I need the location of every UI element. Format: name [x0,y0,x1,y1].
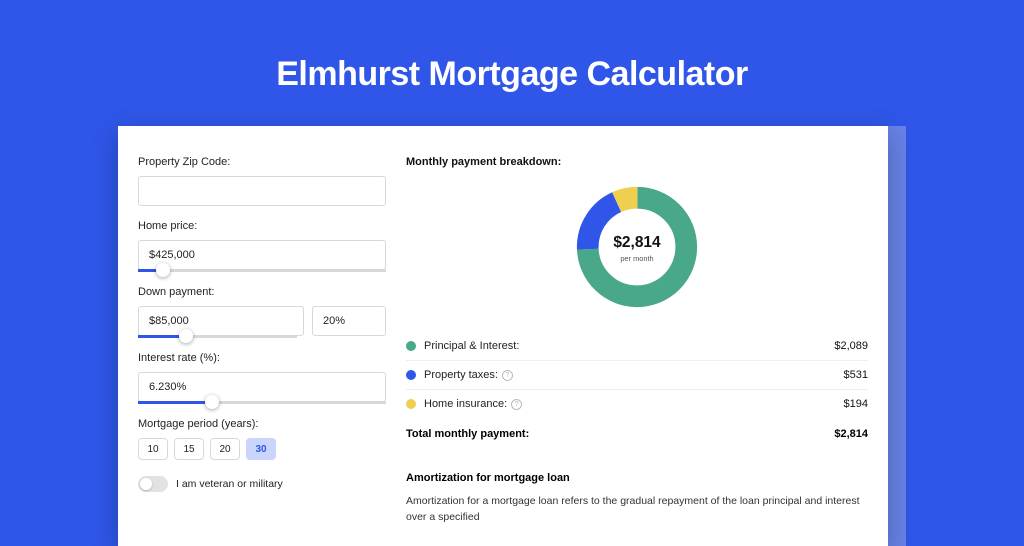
down-payment-pct-input[interactable] [312,306,386,336]
slider-thumb[interactable] [205,395,219,409]
veteran-label: I am veteran or military [176,478,283,490]
interest-rate-input[interactable] [138,372,386,402]
interest-rate-label: Interest rate (%): [138,352,386,364]
slider-thumb[interactable] [156,263,170,277]
legend-dot [406,399,416,409]
donut-chart: $2,814 per month [406,182,868,312]
breakdown-line-item: Home insurance:?$194 [406,390,868,418]
period-button-10[interactable]: 10 [138,438,168,460]
toggle-knob [140,478,152,490]
zip-label: Property Zip Code: [138,156,386,168]
period-button-20[interactable]: 20 [210,438,240,460]
slider-thumb[interactable] [179,329,193,343]
donut-sub: per month [620,254,653,263]
breakdown-title: Monthly payment breakdown: [406,156,868,168]
home-price-label: Home price: [138,220,386,232]
breakdown-line-item: Principal & Interest:$2,089 [406,332,868,361]
period-button-30[interactable]: 30 [246,438,276,460]
down-payment-input[interactable] [138,306,304,336]
calculator-card: Property Zip Code: Home price: Down paym… [118,126,888,546]
line-item-value: $194 [844,398,868,410]
total-row: Total monthly payment: $2,814 [406,418,868,454]
line-item-value: $531 [844,369,868,381]
mortgage-period-group: 10 15 20 30 [138,438,386,460]
form-panel: Property Zip Code: Home price: Down paym… [138,156,386,526]
breakdown-line-item: Property taxes:?$531 [406,361,868,390]
mortgage-period-label: Mortgage period (years): [138,418,386,430]
amortization-title: Amortization for mortgage loan [406,472,868,484]
veteran-toggle[interactable] [138,476,168,492]
breakdown-panel: Monthly payment breakdown: $2,814 per mo… [406,156,868,526]
line-item-label: Principal & Interest: [424,340,834,352]
total-value: $2,814 [834,428,868,440]
period-button-15[interactable]: 15 [174,438,204,460]
info-icon[interactable]: ? [511,399,522,410]
home-price-input[interactable] [138,240,386,270]
interest-rate-slider[interactable] [138,401,386,404]
donut-value: $2,814 [613,234,661,251]
down-payment-slider[interactable] [138,335,297,338]
info-icon[interactable]: ? [502,370,513,381]
legend-dot [406,341,416,351]
home-price-slider[interactable] [138,269,386,272]
amortization-text: Amortization for a mortgage loan refers … [406,494,868,526]
line-item-value: $2,089 [834,340,868,352]
total-label: Total monthly payment: [406,428,529,440]
page-title: Elmhurst Mortgage Calculator [0,55,1024,94]
legend-dot [406,370,416,380]
zip-input[interactable] [138,176,386,206]
down-payment-label: Down payment: [138,286,386,298]
line-item-label: Property taxes:? [424,369,844,381]
line-item-label: Home insurance:? [424,398,844,410]
